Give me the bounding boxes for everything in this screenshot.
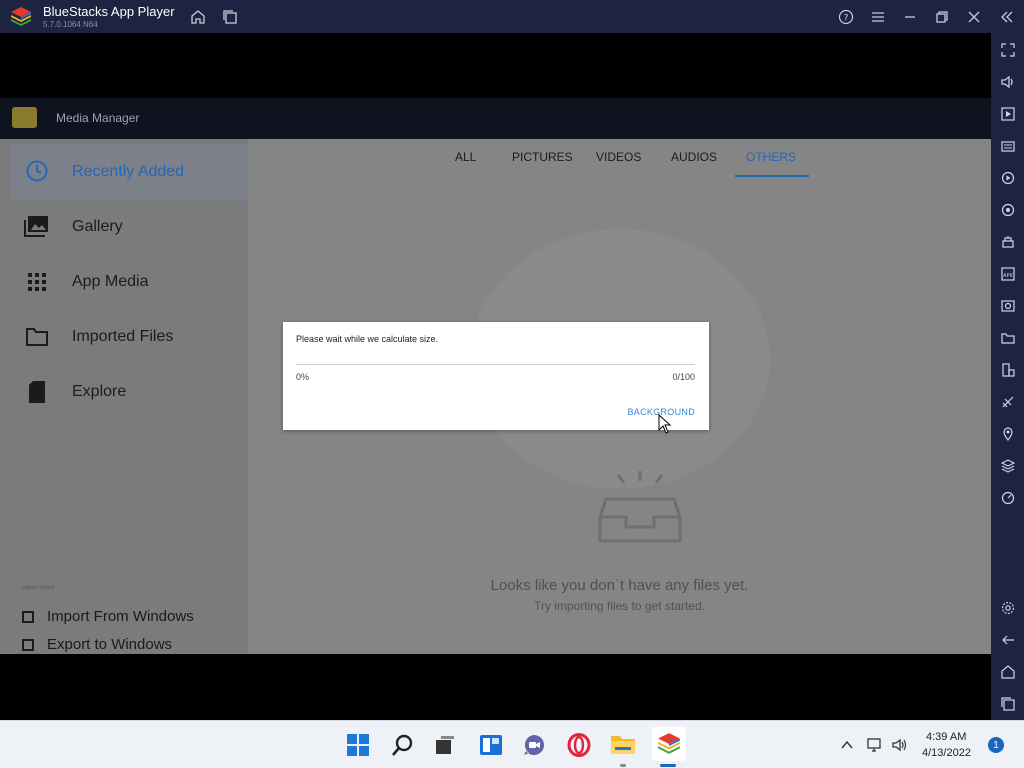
chevron-up-icon[interactable] [838,736,856,754]
tab-audios[interactable]: AUDIOS [671,150,717,164]
file-explorer-icon[interactable] [609,731,637,759]
back-icon[interactable] [999,631,1016,648]
screenshot-icon[interactable] [999,297,1016,314]
location-icon[interactable] [999,425,1016,442]
nav-label-recently-added: Recently Added [72,163,185,180]
eco-mode-icon[interactable] [999,393,1016,410]
help-icon[interactable]: ? [837,8,855,26]
export-icon [22,639,34,651]
media-manager-header: Media Manager [0,98,991,139]
svg-text:APK: APK [1003,273,1013,279]
gallery-icon [24,213,50,239]
app-version: 5.7.0.1064 N64 [43,20,98,29]
task-view-icon[interactable] [431,731,459,759]
folder-icon[interactable] [999,329,1016,346]
collapse-sidebar-icon[interactable] [998,8,1016,26]
sd-card-icon [24,379,50,405]
fullscreen-icon[interactable] [999,41,1016,58]
android-home-icon[interactable] [999,663,1016,680]
chat-icon[interactable] [520,731,548,759]
multi-instance-icon[interactable] [221,8,239,26]
restore-icon[interactable] [933,8,951,26]
clock-date[interactable]: 4/13/2022 [922,747,971,759]
app-grid-icon [24,269,50,295]
mouse-cursor-icon [658,414,672,434]
nav-label-app-media: App Media [72,273,149,290]
dialog-count: 0/100 [672,372,695,382]
bluestacks-logo [11,7,31,26]
search-icon[interactable] [389,731,417,759]
app-title: BlueStacks App Player [43,4,175,19]
svg-text:?: ? [844,14,849,24]
shake-icon[interactable] [999,361,1016,378]
windows-start-icon[interactable] [344,731,372,759]
speaker-icon[interactable] [891,736,909,754]
widgets-icon[interactable] [477,731,505,759]
recent-apps-icon[interactable] [999,695,1016,712]
empty-tray-icon [598,471,682,543]
volume-icon[interactable] [999,73,1016,90]
macro-icon[interactable] [999,169,1016,186]
media-manager-title: Media Manager [56,111,140,125]
empty-state-subtitle: Try importing files to get started. [534,599,705,613]
active-tab-indicator [735,175,809,177]
tab-pictures[interactable]: PICTURES [512,150,573,164]
nav-label-imported-files: Imported Files [72,328,174,345]
rotate-icon[interactable] [999,201,1016,218]
export-to-windows-label: Export to Windows [47,636,173,653]
speed-icon[interactable] [999,489,1016,506]
menu-icon[interactable] [869,8,887,26]
clock-icon [24,158,50,184]
right-sidebar: APK [991,33,1024,720]
nav-label-gallery: Gallery [72,218,123,235]
clock-time[interactable]: 4:39 AM [926,731,966,743]
bluestacks-taskbar-icon[interactable] [652,727,686,761]
keyboard-icon[interactable] [999,137,1016,154]
home-icon[interactable] [189,8,207,26]
dialog-message: Please wait while we calculate size. [296,334,439,344]
network-icon[interactable] [866,736,884,754]
dialog-progress-bar [296,364,695,365]
bluestacks-active-indicator [660,764,676,767]
dialog-percent: 0% [296,372,310,382]
opera-icon[interactable] [565,731,593,759]
tab-others[interactable]: OTHERS [746,150,796,164]
media-manager-folder-icon [12,107,37,128]
tab-videos[interactable]: VIDEOS [596,150,641,164]
close-icon[interactable] [965,8,983,26]
explorer-running-indicator [620,764,626,767]
empty-state-title: Looks like you don`t have any files yet. [490,577,749,594]
tab-all[interactable]: ALL [455,150,476,164]
notification-badge[interactable]: 1 [988,737,1004,753]
title-bar: BlueStacks App Player 5.7.0.1064 N64 ? [0,0,1024,33]
windows-taskbar: 4:39 AM 4/13/2022 1 [0,720,1024,768]
settings-icon[interactable] [999,599,1016,616]
apk-icon[interactable]: APK [999,265,1016,282]
minimize-icon[interactable] [901,8,919,26]
folder-outline-icon [24,324,50,350]
layers-icon[interactable] [999,457,1016,474]
calculate-size-dialog: Please wait while we calculate size. 0% … [283,322,709,430]
nav-label-explore: Explore [72,383,127,400]
media-icon[interactable] [999,105,1016,122]
multi-instance-manager-icon[interactable] [999,233,1016,250]
